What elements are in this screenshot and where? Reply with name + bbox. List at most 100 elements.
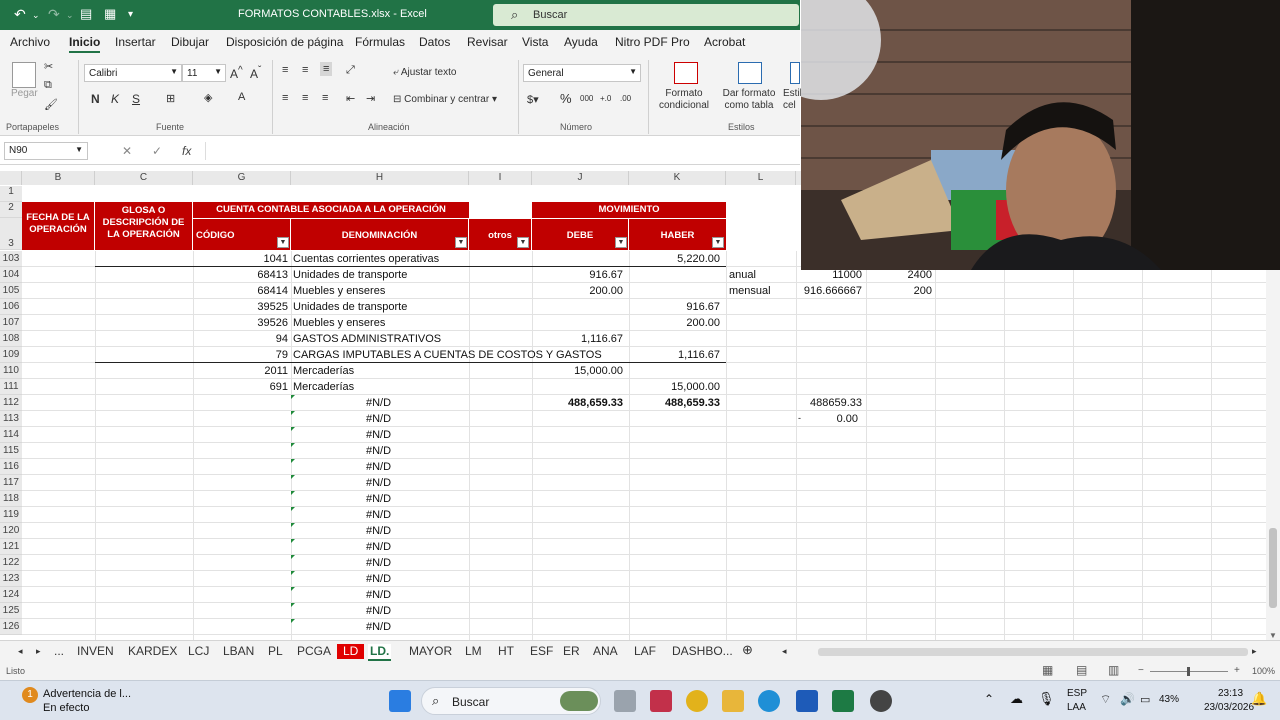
filter-dropdown-icon[interactable]: ▼	[277, 237, 289, 248]
increase-indent-icon[interactable]: ⇥	[366, 92, 375, 105]
cell-codigo[interactable]: 68414	[193, 285, 288, 297]
filter-dropdown-icon[interactable]: ▼	[615, 237, 627, 248]
row-header[interactable]: 111	[0, 379, 22, 395]
cell-denominacion[interactable]: Cuentas corrientes operativas	[293, 253, 469, 265]
cell-codigo[interactable]: 94	[193, 333, 288, 345]
cell-denominacion[interactable]: #N/D	[366, 429, 391, 441]
tab-nitro[interactable]: Nitro PDF Pro	[615, 35, 690, 49]
cell-denominacion[interactable]: #N/D	[366, 413, 391, 425]
clock-time[interactable]: 23:13	[1218, 688, 1243, 699]
cell-denominacion[interactable]: #N/D	[366, 605, 391, 617]
cell-denominacion[interactable]: CARGAS IMPUTABLES A CUENTAS DE COSTOS Y …	[293, 349, 602, 361]
cell-l[interactable]: anual	[729, 269, 795, 281]
row-header[interactable]: 103	[0, 251, 22, 267]
select-all-corner[interactable]	[0, 171, 22, 185]
row-header[interactable]: 105	[0, 283, 22, 299]
column-header[interactable]: I	[469, 171, 532, 185]
align-bottom-icon[interactable]: ≡	[320, 62, 333, 76]
language-primary[interactable]: ESP	[1067, 688, 1087, 699]
zoom-out-icon[interactable]: −	[1138, 665, 1144, 676]
formula-input[interactable]	[205, 142, 800, 160]
cell-n[interactable]: 2400	[866, 269, 932, 281]
percent-icon[interactable]: %	[560, 91, 572, 106]
row-header[interactable]: 112	[0, 395, 22, 411]
shrink-font-icon[interactable]: Aˇ	[250, 65, 261, 81]
paste-button[interactable]: Pegar	[11, 88, 38, 99]
currency-icon[interactable]: $▾	[527, 93, 539, 106]
cell-denominacion[interactable]: Muebles y enseres	[293, 285, 469, 297]
windows-start-icon[interactable]	[389, 690, 411, 712]
row-header[interactable]: 120	[0, 523, 22, 539]
cell-denominacion[interactable]: #N/D	[366, 541, 391, 553]
pdf-icon[interactable]: ▤	[80, 6, 92, 22]
row-header[interactable]: 113	[0, 411, 22, 427]
microphone-icon[interactable]: 🎙	[1038, 691, 1055, 707]
borders-icon[interactable]: ⊞	[166, 92, 175, 105]
cell-m[interactable]: 488659.33	[796, 397, 862, 409]
cell-denominacion[interactable]: #N/D	[366, 509, 391, 521]
add-sheet-icon[interactable]: ⊕	[740, 642, 755, 658]
row-header[interactable]: 119	[0, 507, 22, 523]
cell-denominacion[interactable]: Muebles y enseres	[293, 317, 469, 329]
sheet-tab[interactable]: ESF	[528, 644, 555, 658]
column-header[interactable]: C	[95, 171, 193, 185]
notifications-icon[interactable]: 🔔	[1251, 691, 1267, 707]
column-header[interactable]: B	[22, 171, 95, 185]
page-layout-icon[interactable]: ▤	[1076, 663, 1087, 677]
row-header[interactable]: 115	[0, 443, 22, 459]
clock-date[interactable]: 23/03/2026	[1204, 702, 1254, 713]
nitro-app-icon[interactable]	[650, 690, 672, 712]
sheet-tab-ld[interactable]: LD	[337, 644, 365, 659]
hscroll-left-icon[interactable]: ◂	[780, 646, 789, 657]
row-header[interactable]: 118	[0, 491, 22, 507]
thousands-icon[interactable]: 000	[580, 94, 593, 103]
tab-revisar[interactable]: Revisar	[467, 35, 508, 49]
cell-styles-button[interactable]: Estil cel	[783, 88, 801, 112]
total-haber[interactable]: 488,659.33	[629, 397, 720, 409]
cell-denominacion[interactable]: Mercaderías	[293, 365, 469, 377]
cell-m[interactable]: 11000	[796, 269, 862, 281]
align-right-icon[interactable]: ≡	[322, 92, 328, 104]
tab-vista[interactable]: Vista	[522, 35, 548, 49]
underline-button[interactable]: S	[132, 92, 140, 106]
format-painter-icon[interactable]: 🖌	[44, 98, 58, 111]
normal-view-icon[interactable]: ▦	[1042, 663, 1053, 677]
filter-dropdown-icon[interactable]: ▼	[517, 237, 529, 248]
zoom-in-icon[interactable]: +	[1234, 665, 1240, 676]
cancel-icon[interactable]: ✕	[122, 144, 132, 158]
row-header[interactable]: 124	[0, 587, 22, 603]
row-header[interactable]: 114	[0, 427, 22, 443]
cell-denominacion[interactable]: #N/D	[366, 589, 391, 601]
cell-codigo[interactable]: 1041	[193, 253, 288, 265]
sheet-tab[interactable]: LBAN	[221, 644, 256, 658]
align-center-icon[interactable]: ≡	[302, 92, 308, 104]
sheet-tab-active[interactable]: LD.	[368, 644, 392, 661]
row-header[interactable]: 106	[0, 299, 22, 315]
tab-insertar[interactable]: Insertar	[115, 35, 156, 49]
row-header[interactable]: 109	[0, 347, 22, 363]
redo-dropdown-icon[interactable]: ⌄	[66, 10, 74, 21]
tab-formulas[interactable]: Fórmulas	[355, 35, 405, 49]
row-header[interactable]: 104	[0, 267, 22, 283]
sheet-tab[interactable]: HT	[496, 644, 516, 658]
taskbar-search[interactable]: ⌕ Buscar	[421, 687, 601, 715]
filter-dropdown-icon[interactable]: ▼	[455, 237, 467, 248]
cell-debe[interactable]: 200.00	[532, 285, 623, 297]
cell-codigo[interactable]: 691	[193, 381, 288, 393]
tab-acrobat[interactable]: Acrobat	[704, 35, 745, 49]
cell-denominacion[interactable]: #N/D	[366, 493, 391, 505]
column-header[interactable]: G	[193, 171, 291, 185]
recording-app-icon[interactable]	[870, 690, 892, 712]
italic-button[interactable]: K	[111, 92, 119, 106]
total-debe[interactable]: 488,659.33	[532, 397, 623, 409]
cell-denominacion[interactable]: GASTOS ADMINISTRATIVOS	[293, 333, 469, 345]
insert-function-button[interactable]: fx	[182, 144, 191, 158]
chevron-up-icon[interactable]: ⌃	[984, 692, 994, 706]
sheet-tab[interactable]: KARDEX	[126, 644, 179, 658]
conditional-format-button[interactable]: Formato condicional	[652, 88, 716, 112]
cell-denominacion[interactable]: #N/D	[366, 621, 391, 633]
tab-inicio[interactable]: Inicio	[69, 35, 101, 53]
task-view-icon[interactable]	[614, 690, 636, 712]
row-header[interactable]: 122	[0, 555, 22, 571]
number-format-combo[interactable]: General ▼	[523, 64, 641, 82]
